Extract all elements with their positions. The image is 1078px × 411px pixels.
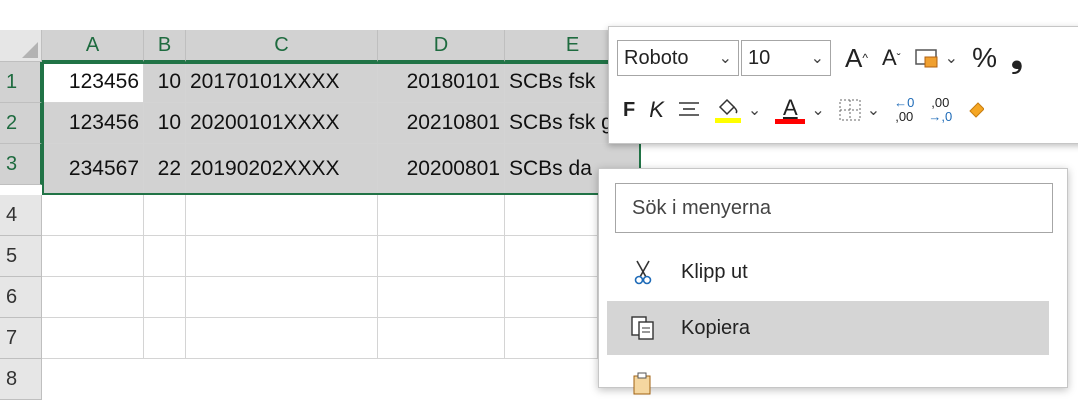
eraser-button[interactable] bbox=[966, 99, 985, 121]
cell-a2[interactable]: 123456 bbox=[42, 103, 144, 144]
cell-e5[interactable] bbox=[505, 236, 598, 277]
cell-c3[interactable]: 20190202XXXX bbox=[186, 144, 378, 195]
menu-item-copy-label: Kopiera bbox=[681, 316, 750, 339]
cell-a6[interactable] bbox=[42, 277, 144, 318]
cell-b1[interactable]: 10 bbox=[144, 62, 186, 103]
row-header-4[interactable]: 4 bbox=[0, 195, 42, 236]
shrink-font-button[interactable]: Aˇ bbox=[882, 45, 901, 71]
comma-style-button[interactable]: ❟ bbox=[1011, 41, 1023, 75]
cell-c5[interactable] bbox=[186, 236, 378, 277]
number-format-icon bbox=[914, 49, 938, 68]
cell-d1[interactable]: 20180101 bbox=[378, 62, 505, 103]
chevron-down-icon: ⌄ bbox=[747, 102, 762, 119]
cell-a3[interactable]: 234567 bbox=[42, 144, 144, 195]
cell-c1[interactable]: 20170101XXXX bbox=[186, 62, 378, 103]
cell-c6[interactable] bbox=[186, 277, 378, 318]
mini-toolbar: Roboto ⌄ 10 ⌄ A ^ Aˇ ⌄ % ❟ F K ⌄ A ⌄ ⌄ ←… bbox=[608, 26, 1078, 144]
cell-d4[interactable] bbox=[378, 195, 505, 236]
row-header-8[interactable]: 8 bbox=[0, 359, 42, 400]
cell-c2[interactable]: 20200101XXXX bbox=[186, 103, 378, 144]
fill-color-button[interactable]: ⌄ bbox=[714, 95, 761, 125]
align-center-button[interactable] bbox=[678, 100, 700, 120]
align-center-icon bbox=[678, 102, 699, 116]
font-size-combobox[interactable]: 10 ⌄ bbox=[741, 40, 831, 76]
row-header-3[interactable]: 3 bbox=[0, 144, 42, 185]
grow-font-button[interactable]: A ^ bbox=[845, 43, 868, 74]
percent-style-button[interactable]: % bbox=[972, 42, 997, 74]
row-header-5[interactable]: 5 bbox=[0, 236, 42, 277]
context-menu: Sök i menyerna Klipp ut Kopiera bbox=[598, 168, 1068, 395]
cell-b5[interactable] bbox=[144, 236, 186, 277]
scissors-icon bbox=[619, 259, 667, 285]
cell-b7[interactable] bbox=[144, 318, 186, 359]
borders-icon bbox=[839, 99, 861, 121]
chevron-down-icon: ⌄ bbox=[810, 50, 824, 67]
cell-e6[interactable] bbox=[505, 277, 598, 318]
cell-b6[interactable] bbox=[144, 277, 186, 318]
cell-c4[interactable] bbox=[186, 195, 378, 236]
borders-button[interactable]: ⌄ bbox=[839, 99, 880, 121]
cell-d7[interactable] bbox=[378, 318, 505, 359]
chevron-down-icon: ⌄ bbox=[866, 102, 881, 119]
increase-decimal-button[interactable]: ,00 →,0 bbox=[928, 96, 952, 124]
select-all-triangle-icon bbox=[22, 42, 38, 58]
cell-a1[interactable]: 123456 bbox=[42, 62, 144, 103]
fill-bucket-icon bbox=[714, 98, 741, 123]
row-header-6[interactable]: 6 bbox=[0, 277, 42, 318]
chevron-down-icon: ⌄ bbox=[811, 102, 825, 119]
font-color-button[interactable]: A ⌄ bbox=[775, 94, 825, 124]
font-name-combobox[interactable]: Roboto ⌄ bbox=[617, 40, 739, 76]
chevron-down-icon: ⌄ bbox=[944, 50, 959, 67]
decrease-decimal-button[interactable]: ←0 ,00 bbox=[894, 96, 914, 124]
cell-d2[interactable]: 20210801 bbox=[378, 103, 505, 144]
column-header-b[interactable]: B bbox=[144, 30, 186, 62]
cell-a5[interactable] bbox=[42, 236, 144, 277]
caret-down-icon: ˇ bbox=[896, 51, 901, 65]
cell-e7[interactable] bbox=[505, 318, 598, 359]
cell-d3[interactable]: 20200801 bbox=[378, 144, 505, 195]
row-header-2[interactable]: 2 bbox=[0, 103, 42, 144]
font-name-value: Roboto bbox=[624, 46, 689, 69]
eraser-icon bbox=[969, 102, 985, 118]
row-header-7[interactable]: 7 bbox=[0, 318, 42, 359]
bold-button[interactable]: F bbox=[623, 99, 635, 122]
paste-icon bbox=[619, 372, 667, 396]
copy-icon bbox=[619, 315, 667, 341]
chevron-down-icon: ⌄ bbox=[718, 50, 732, 67]
caret-up-icon: ^ bbox=[862, 51, 868, 65]
row-header-1[interactable]: 1 bbox=[0, 62, 42, 103]
cell-a7[interactable] bbox=[42, 318, 144, 359]
cell-e4[interactable] bbox=[505, 195, 598, 236]
menu-search-placeholder: Sök i menyerna bbox=[632, 196, 771, 219]
cell-d6[interactable] bbox=[378, 277, 505, 318]
number-format-button[interactable]: ⌄ bbox=[914, 48, 959, 68]
column-header-c[interactable]: C bbox=[186, 30, 378, 62]
italic-button[interactable]: K bbox=[649, 97, 664, 123]
font-color-swatch bbox=[775, 118, 806, 124]
select-all-corner[interactable] bbox=[0, 30, 42, 62]
cell-a4[interactable] bbox=[42, 195, 144, 236]
menu-search-input[interactable]: Sök i menyerna bbox=[615, 183, 1053, 233]
cell-b4[interactable] bbox=[144, 195, 186, 236]
column-header-a[interactable]: A bbox=[42, 30, 144, 62]
cell-d5[interactable] bbox=[378, 236, 505, 277]
menu-item-copy[interactable]: Kopiera bbox=[607, 301, 1049, 355]
cell-b3[interactable]: 22 bbox=[144, 144, 186, 195]
menu-item-cut[interactable]: Klipp ut bbox=[607, 245, 1049, 299]
mini-toolbar-row-1: Roboto ⌄ 10 ⌄ A ^ Aˇ ⌄ % ❟ bbox=[617, 31, 1023, 85]
mini-toolbar-row-2: F K ⌄ A ⌄ ⌄ ←0 ,00 ,00 →,0 bbox=[623, 83, 985, 137]
font-color-letter: A bbox=[782, 94, 798, 120]
column-header-d[interactable]: D bbox=[378, 30, 505, 62]
cell-c7[interactable] bbox=[186, 318, 378, 359]
font-size-value: 10 bbox=[748, 46, 771, 69]
cell-b2[interactable]: 10 bbox=[144, 103, 186, 144]
menu-item-paste-partial[interactable] bbox=[607, 357, 1049, 411]
menu-item-cut-label: Klipp ut bbox=[681, 260, 748, 283]
